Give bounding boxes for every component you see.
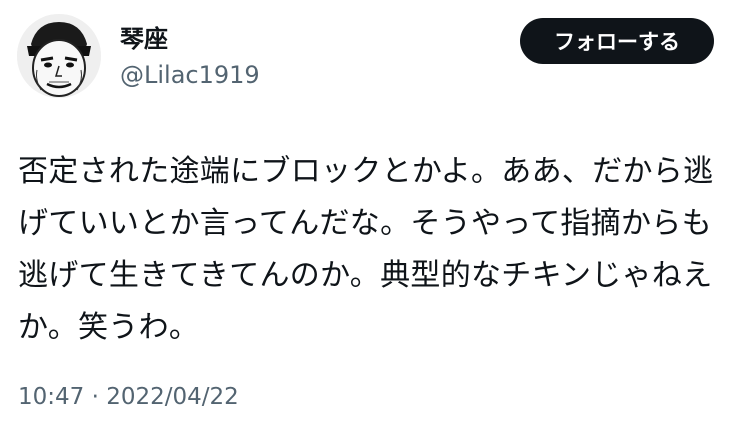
tweet-text-line: 逃げて生きてきてんのか。典型的なチキンじゃねえ (18, 258, 713, 293)
user-handle[interactable]: @Lilac1919 (120, 60, 260, 90)
tweet-text-line: げていいとか言ってんだな。そうやって指摘からも (18, 206, 712, 241)
avatar[interactable] (17, 14, 101, 98)
follow-button[interactable]: フォローする (520, 18, 714, 64)
tweet-text: 否定された途端にブロックとかよ。ああ、だから逃 げていいとか言ってんだな。そうや… (18, 146, 722, 354)
display-name[interactable]: 琴座 (120, 24, 168, 54)
tweet-text-line: 否定された途端にブロックとかよ。ああ、だから逃 (18, 154, 714, 189)
manga-face-avatar-icon (17, 14, 101, 98)
tweet-text-line: か。笑うわ。 (18, 310, 200, 345)
tweet-timestamp[interactable]: 10:47 · 2022/04/22 (18, 382, 239, 412)
